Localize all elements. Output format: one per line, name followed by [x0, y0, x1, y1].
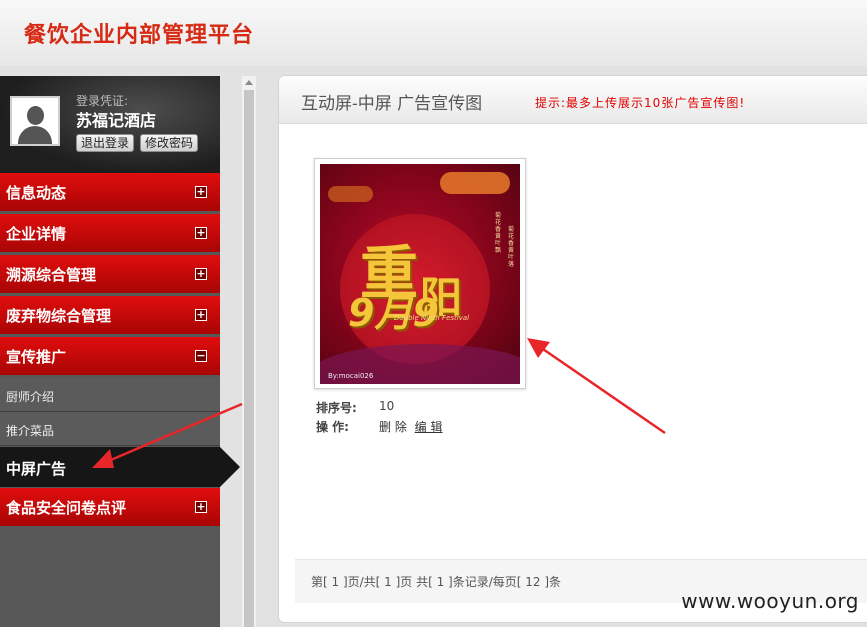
watermark: www.wooyun.org: [681, 589, 859, 613]
app-title: 餐饮企业内部管理平台: [24, 22, 255, 48]
ad-image-english-text: Double Ninth Festival: [394, 314, 470, 322]
sidebar-item-label: 宣传推广: [6, 348, 67, 366]
sidebar-item-label: 废弃物综合管理: [6, 307, 112, 325]
expand-icon[interactable]: +: [195, 501, 207, 513]
operation-label: 操 作:: [316, 420, 349, 434]
avatar-body: [18, 126, 52, 144]
page-title: 互动屏-中屏 广告宣传图: [301, 94, 483, 114]
header: 餐饮企业内部管理平台: [0, 0, 867, 66]
sidebar-item-enterprise[interactable]: 企业详情 +: [0, 214, 220, 252]
sidebar-subitem-dishes[interactable]: 推介菜品: [0, 412, 220, 446]
operation-links: 删 除 编 辑: [379, 418, 446, 435]
sidebar-item-label: 溯源综合管理: [6, 266, 97, 284]
avatar-head: [27, 106, 44, 125]
ad-thumbnail-frame[interactable]: 菊花香 黄叶飘 菊花香 黄叶落 重 阳 9月9 Double Ninth Fes…: [314, 158, 526, 389]
ad-image-cloud: [440, 172, 510, 194]
user-panel: 登录凭证: 苏福记酒店 退出登录 修改密码: [0, 76, 220, 173]
expand-icon[interactable]: +: [195, 268, 207, 280]
ad-image-date: 9月9: [348, 291, 439, 335]
main-panel: 互动屏-中屏 广告宣传图 提示:最多上传展示10张广告宣传图! 菊花香 黄叶飘 …: [278, 75, 867, 623]
collapse-icon[interactable]: −: [195, 350, 207, 362]
avatar: [10, 96, 60, 146]
sidebar-item-traceability[interactable]: 溯源综合管理 +: [0, 255, 220, 293]
pagination-text: 第[ 1 ]页/共[ 1 ]页 共[ 1 ]条记录/每页[ 12 ]条: [311, 575, 562, 589]
sidebar-subitem-label: 中屏广告: [6, 460, 67, 478]
sidebar-item-label: 信息动态: [6, 184, 67, 202]
sidebar-subitem-label: 推介菜品: [6, 424, 55, 438]
ad-image-cloud: [328, 186, 373, 202]
sidebar-subitem-label: 厨师介绍: [6, 390, 55, 404]
logout-button[interactable]: 退出登录: [76, 134, 135, 152]
sidebar-item-label: 企业详情: [6, 225, 67, 243]
user-name: 苏福记酒店: [76, 111, 157, 130]
upload-hint: 提示:最多上传展示10张广告宣传图!: [535, 96, 746, 110]
sidebar-item-promotion[interactable]: 宣传推广 −: [0, 337, 220, 375]
expand-icon[interactable]: +: [195, 309, 207, 321]
ad-image-credit: By:mocai026: [328, 372, 374, 380]
sort-value: 10: [379, 399, 395, 413]
sidebar-item-label: 食品安全问卷点评: [6, 499, 127, 517]
expand-icon[interactable]: +: [195, 227, 207, 239]
content-header: 互动屏-中屏 广告宣传图 提示:最多上传展示10张广告宣传图!: [279, 76, 867, 124]
sort-label: 排序号:: [316, 401, 357, 415]
edit-link[interactable]: 编 辑: [415, 420, 443, 434]
scrollbar[interactable]: [242, 76, 256, 627]
sidebar-subitem-middle-screen-ad[interactable]: 中屏广告: [0, 447, 240, 487]
ad-image-poem: 菊花香 黄叶飘: [495, 212, 502, 254]
delete-link[interactable]: 删 除: [379, 420, 407, 434]
ad-image[interactable]: 菊花香 黄叶飘 菊花香 黄叶落 重 阳 9月9 Double Ninth Fes…: [320, 164, 520, 384]
sidebar-item-food-safety[interactable]: 食品安全问卷点评 +: [0, 488, 220, 526]
sidebar-item-waste[interactable]: 废弃物综合管理 +: [0, 296, 220, 334]
sidebar-item-news[interactable]: 信息动态 +: [0, 173, 220, 211]
sidebar-subitem-chef[interactable]: 厨师介绍: [0, 378, 220, 412]
scroll-up-arrow-icon[interactable]: [245, 80, 253, 85]
ad-image-poem: 菊花香 黄叶落: [508, 226, 515, 268]
sidebar: 登录凭证: 苏福记酒店 退出登录 修改密码 信息动态 + 企业详情 + 溯源综合…: [0, 76, 240, 627]
change-password-button[interactable]: 修改密码: [140, 134, 199, 152]
scrollbar-thumb[interactable]: [244, 90, 254, 627]
expand-icon[interactable]: +: [195, 186, 207, 198]
